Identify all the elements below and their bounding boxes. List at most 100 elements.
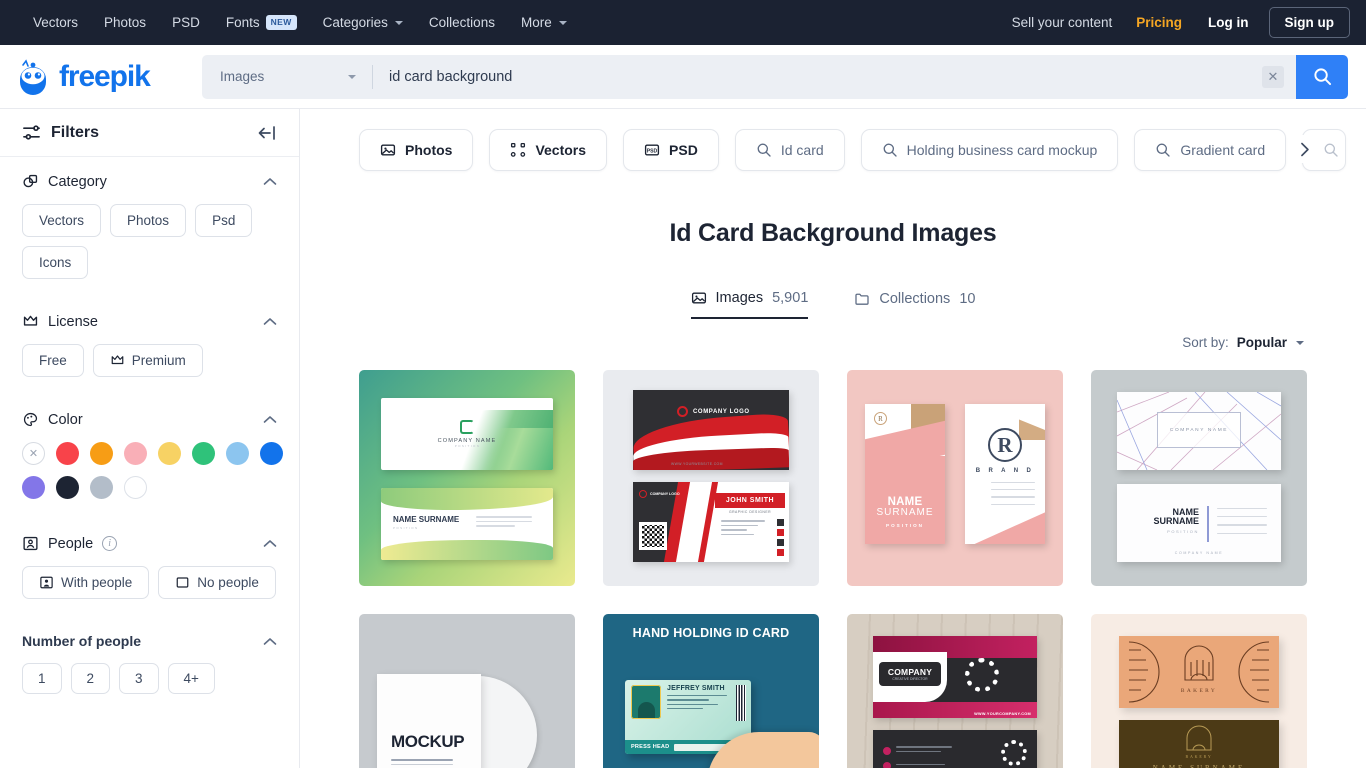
chip-psd[interactable]: PSD PSD (623, 129, 719, 171)
nav-link-label: PSD (172, 15, 200, 30)
nav-link-psd[interactable]: PSD (159, 9, 213, 36)
color-swatch-purple[interactable] (22, 476, 45, 499)
chip-photos[interactable]: Photos (359, 129, 474, 171)
color-swatch-light-blue[interactable] (226, 442, 249, 465)
chip-label: PSD (669, 142, 698, 158)
color-swatch-white[interactable] (124, 476, 147, 499)
nav-link-more[interactable]: More (508, 9, 580, 36)
chevron-up-icon (263, 317, 277, 326)
freepik-logo-text: freepik (59, 59, 151, 93)
nav-link-categories[interactable]: Categories (310, 9, 416, 36)
search-submit-button[interactable] (1296, 54, 1348, 99)
search-input[interactable] (373, 68, 1262, 85)
filter-pill-with-people[interactable]: With people (22, 566, 150, 599)
palette-icon (23, 412, 38, 427)
color-swatch-red[interactable] (56, 442, 79, 465)
filter-section-title: Number of people (22, 633, 142, 649)
chevron-down-icon (348, 74, 356, 79)
card-position-label: POSITION (886, 523, 924, 528)
result-card[interactable]: COMPANY NAME NAME SURNAME POSITION COMPA… (1091, 370, 1307, 586)
color-swatch-black[interactable] (56, 476, 79, 499)
search-icon (1313, 68, 1331, 86)
image-icon (380, 144, 396, 156)
filter-pill-no-people[interactable]: No people (158, 566, 276, 599)
filter-pill-1[interactable]: 1 (22, 663, 62, 694)
filter-section-header[interactable]: Category (22, 173, 277, 204)
card-name-label: NAME SURNAME (393, 515, 460, 524)
info-icon[interactable]: i (102, 536, 118, 551)
filter-pill-photos[interactable]: Photos (110, 204, 187, 237)
chevron-right-icon (1300, 142, 1309, 156)
chip-vectors[interactable]: Vectors (489, 129, 608, 171)
filter-pill-3[interactable]: 3 (119, 663, 159, 694)
search-category-select[interactable]: Images (202, 55, 372, 99)
search-icon (883, 143, 897, 157)
chevron-down-icon[interactable] (1296, 340, 1304, 345)
card-name-label: JOHN SMITH (725, 497, 775, 504)
chip-holding-business-card-mockup[interactable]: Holding business card mockup (860, 129, 1119, 171)
filter-section-title: License (48, 313, 98, 330)
filter-section-header[interactable]: Color (22, 411, 277, 442)
tab-images[interactable]: Images 5,901 (690, 290, 809, 319)
result-card[interactable]: COMPANY CREATIVE DIRECTOR WWW.YOURCOMPAN… (847, 614, 1063, 768)
result-card[interactable]: COMPANY NAME P O S I T I O N NAME SURNAM… (359, 370, 575, 586)
filter-pill-2[interactable]: 2 (70, 663, 111, 694)
nav-link-photos[interactable]: Photos (91, 9, 159, 36)
nav-link-label: More (520, 15, 552, 30)
filter-pill-icons[interactable]: Icons (22, 246, 89, 279)
freepik-logo[interactable]: freepik (14, 58, 186, 95)
sort-value[interactable]: Popular (1237, 335, 1287, 350)
sell-your-content-link[interactable]: Sell your content (1000, 9, 1125, 36)
tab-collections[interactable]: Collections 10 (854, 290, 975, 319)
nav-link-vectors[interactable]: Vectors (20, 9, 91, 36)
color-swatch-pink[interactable] (124, 442, 147, 465)
filter-section-title: People (48, 535, 94, 552)
filter-pill-premium[interactable]: Premium (92, 344, 203, 377)
filter-pill-4plus[interactable]: 4+ (167, 663, 215, 694)
pricing-link[interactable]: Pricing (1124, 9, 1194, 36)
nav-link-label: Fonts (225, 15, 260, 30)
signup-button[interactable]: Sign up (1268, 7, 1350, 38)
login-link[interactable]: Log in (1194, 9, 1263, 36)
chip-gradient-card[interactable]: Gradient card (1134, 129, 1287, 171)
filter-pill-vectors[interactable]: Vectors (22, 204, 102, 237)
filter-section-header[interactable]: People i (22, 535, 277, 566)
svg-text:BAKERY: BAKERY (1181, 688, 1217, 694)
result-card[interactable]: MOCKUP (359, 614, 575, 768)
card-title-label: MOCKUP (391, 732, 465, 751)
chip-id-card[interactable]: Id card (734, 129, 845, 171)
nav-link-collections[interactable]: Collections (416, 9, 508, 36)
person-filled-icon (40, 576, 53, 589)
filter-section-header[interactable]: Number of people (22, 633, 277, 663)
result-card[interactable]: BAKERY BAKERY NAME SURNAME BAKERY (1091, 614, 1307, 768)
result-card[interactable]: HAND HOLDING ID CARD JEFFREY SMITH PRESS… (603, 614, 819, 768)
color-swatch-blue[interactable] (260, 442, 283, 465)
result-card[interactable]: R NAME SURNAME POSITION R B R A N D (847, 370, 1063, 586)
card-company-label: COMPANY NAME (1169, 427, 1229, 433)
crown-icon (23, 315, 38, 326)
clear-search-icon[interactable]: ✕ (1262, 65, 1284, 88)
color-swatch-orange[interactable] (90, 442, 113, 465)
filter-section-header[interactable]: License (22, 313, 277, 344)
color-swatch-yellow[interactable] (158, 442, 181, 465)
chips-scroll-next-button[interactable] (1290, 135, 1318, 163)
chevron-up-icon (263, 539, 277, 548)
person-frame-icon (23, 536, 38, 551)
color-swatch-none[interactable]: ✕ (22, 442, 45, 465)
card-press-label: PRESS HEAD (631, 744, 670, 750)
color-swatch-gray[interactable] (90, 476, 113, 499)
filter-pill-psd[interactable]: Psd (195, 204, 253, 237)
card-company-label: COMPANY NAME (1174, 551, 1224, 555)
filter-pill-free[interactable]: Free (22, 344, 84, 377)
freepik-mascot-icon (20, 58, 46, 95)
chevron-down-icon (558, 20, 567, 25)
chip-label: Vectors (535, 142, 587, 158)
result-card[interactable]: COMPANY LOGO WWW.YOURWEBSITE.COM JOHN SM… (603, 370, 819, 586)
nav-link-label: Categories (322, 15, 388, 30)
card-heading-label: HAND HOLDING ID CARD (632, 626, 790, 640)
collapse-sidebar-icon[interactable] (257, 125, 277, 141)
color-swatch-green[interactable] (192, 442, 215, 465)
top-nav-links: Vectors Photos PSD Fonts NEW Categories … (20, 9, 580, 36)
psd-icon: PSD (644, 144, 660, 156)
nav-link-fonts[interactable]: Fonts NEW (213, 9, 310, 36)
